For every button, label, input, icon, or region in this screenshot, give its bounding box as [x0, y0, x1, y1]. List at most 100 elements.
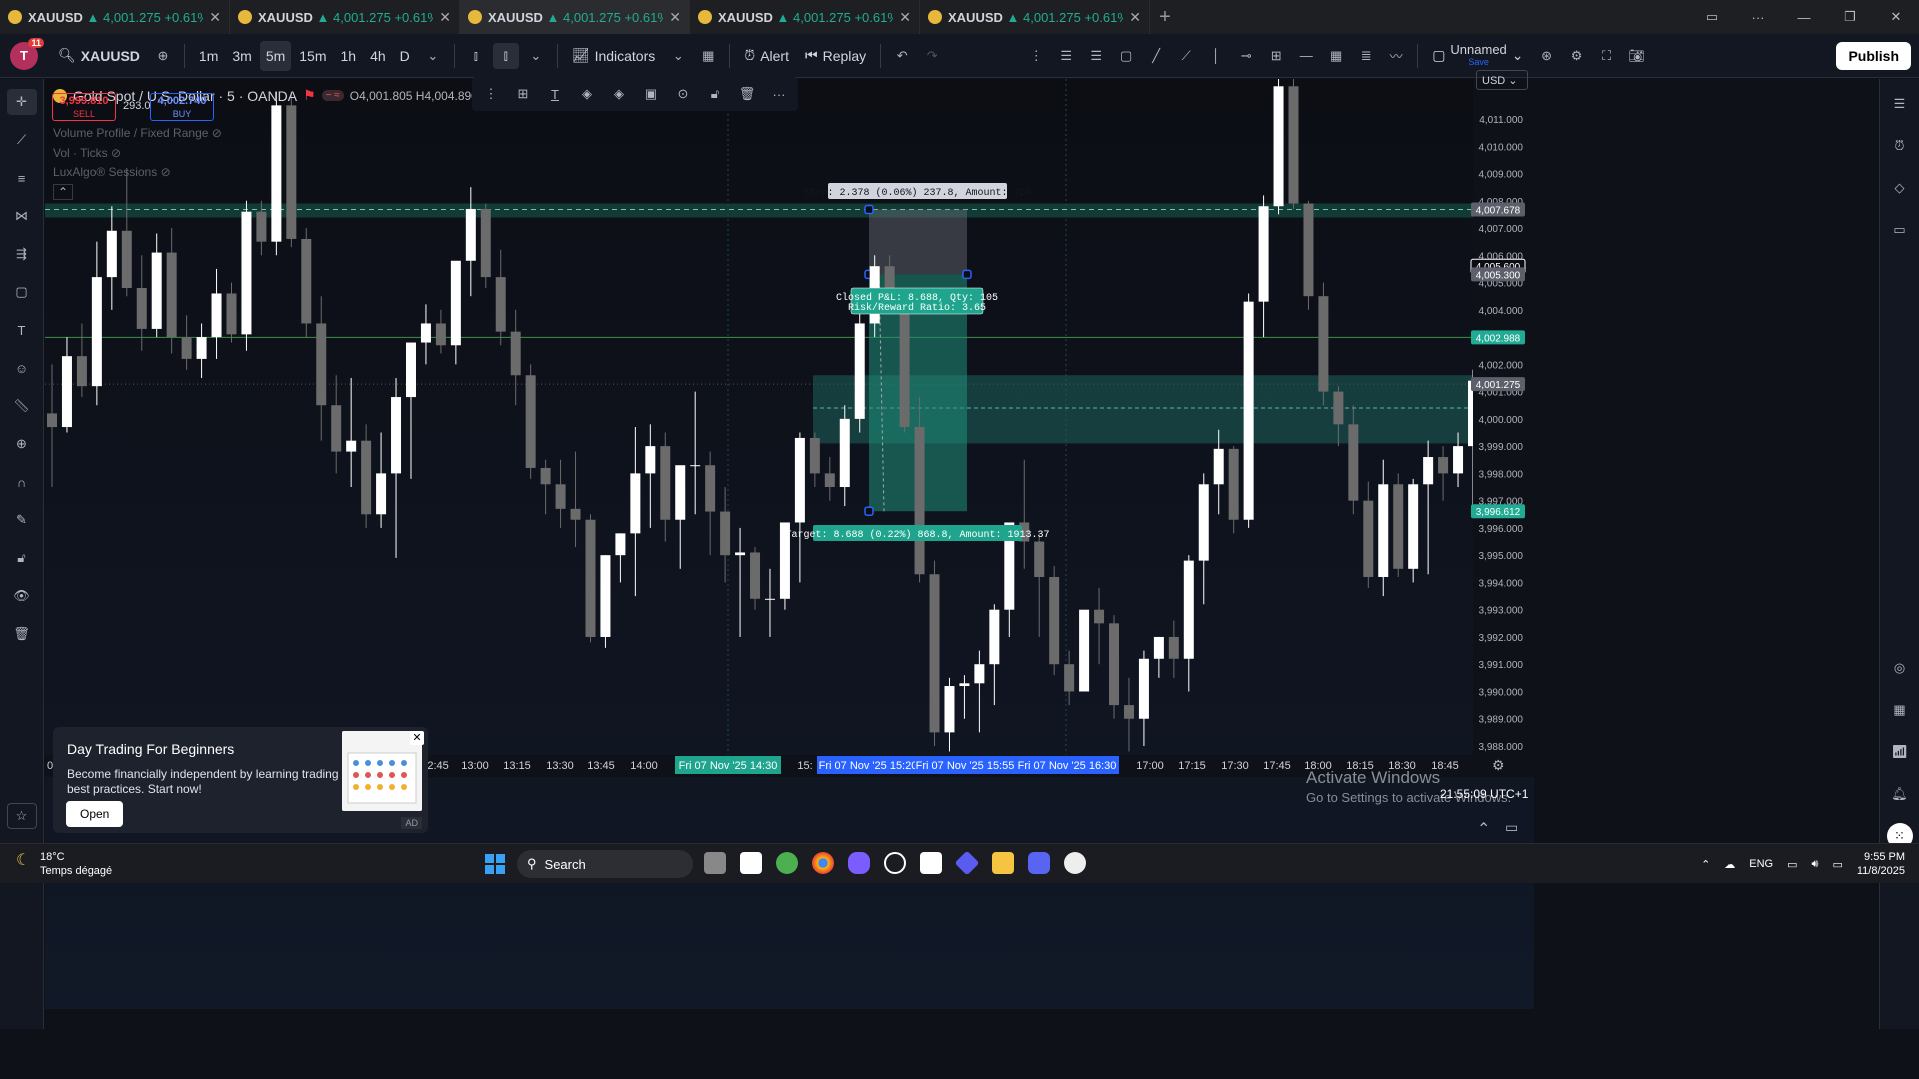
- fib-icon[interactable]: ≣: [1353, 43, 1379, 69]
- lock-icon[interactable]: 🔓︎: [7, 545, 37, 571]
- short-position-icon[interactable]: ☰: [1083, 43, 1109, 69]
- more-icon[interactable]: ···: [768, 83, 790, 105]
- sell-button[interactable]: 3,999.810 SELL: [52, 93, 116, 121]
- chrome-icon[interactable]: [812, 852, 834, 874]
- horizontal-line-icon[interactable]: —: [1293, 43, 1319, 69]
- replay-button[interactable]: ⏮ Replay: [799, 41, 872, 71]
- text-color-icon[interactable]: T: [544, 83, 566, 105]
- interval-15m[interactable]: 15m: [293, 41, 332, 71]
- cloud-icon[interactable]: ☁: [1724, 858, 1735, 871]
- bell-icon[interactable]: 🔔︎: [1887, 781, 1913, 807]
- browser-tab[interactable]: XAUUSD ▲ 4,001.275 +0.61% ✕: [460, 0, 690, 34]
- discord-icon[interactable]: [1028, 852, 1050, 874]
- zoom-in-icon[interactable]: ⊕: [7, 431, 37, 457]
- close-icon[interactable]: ✕: [1129, 9, 1141, 26]
- chevron-down-icon[interactable]: ⌄: [420, 43, 446, 69]
- broadcast-icon[interactable]: 📶︎: [1887, 739, 1913, 765]
- templates-icon[interactable]: ▦: [695, 43, 721, 69]
- line-color-icon[interactable]: ◈: [608, 83, 630, 105]
- hidden-eye-icon[interactable]: ⊘: [111, 146, 121, 160]
- utc-clock[interactable]: 21:55:09 UTC+1: [1440, 787, 1528, 801]
- eye-icon[interactable]: 👁︎: [7, 583, 37, 609]
- browser-tab[interactable]: XAUUSD ▲ 4,001.275 +0.61% ✕: [920, 0, 1150, 34]
- volume-icon[interactable]: 🔊︎: [1812, 858, 1819, 871]
- indicators-button[interactable]: 📈︎ Indicators: [566, 41, 661, 71]
- windows-start-icon[interactable]: [485, 854, 505, 874]
- battery-icon[interactable]: ▭: [1832, 858, 1842, 871]
- crosshair-box-icon[interactable]: ⊞: [1263, 43, 1289, 69]
- draw-mode-icon[interactable]: ✎: [7, 507, 37, 533]
- pattern-icon[interactable]: ⋈: [7, 203, 37, 229]
- close-icon[interactable]: ✕: [439, 9, 451, 26]
- display-icon[interactable]: ▭: [1787, 858, 1797, 871]
- screen-icon[interactable]: ▭: [1689, 9, 1735, 25]
- emoji-icon[interactable]: ☺: [7, 355, 37, 381]
- settings-icon[interactable]: ⚙︎: [1564, 43, 1590, 69]
- interval-D[interactable]: D: [394, 41, 416, 71]
- collapse-legend-button[interactable]: ⌃: [53, 184, 73, 200]
- chevron-up-icon[interactable]: ⌃: [1701, 858, 1710, 871]
- interval-3m[interactable]: 3m: [226, 41, 257, 71]
- app-icon[interactable]: [776, 852, 798, 874]
- redo-icon[interactable]: ↷: [919, 43, 945, 69]
- hidden-eye-icon[interactable]: ⊘: [161, 165, 171, 179]
- layout-button[interactable]: ▢ Unnamed Save ⌄: [1426, 41, 1529, 71]
- language-indicator[interactable]: ENG: [1749, 858, 1773, 870]
- ad-close-button[interactable]: ✕: [410, 731, 424, 745]
- trash-icon[interactable]: 🗑︎: [736, 83, 758, 105]
- notion-icon[interactable]: [920, 852, 942, 874]
- chat-icon[interactable]: ▭: [1887, 217, 1913, 243]
- taskbar-search[interactable]: ⚲ Search: [517, 850, 693, 878]
- templates-icon[interactable]: ⊞: [512, 83, 534, 105]
- crosshair-icon[interactable]: ✛: [6, 89, 37, 115]
- fib-retracement-icon[interactable]: ≡: [7, 165, 37, 191]
- target-icon[interactable]: ◎: [1887, 655, 1913, 681]
- more-icon[interactable]: ···: [1735, 10, 1781, 25]
- calendar-icon[interactable]: ▦: [1887, 697, 1913, 723]
- restore-button[interactable]: ❐: [1827, 9, 1873, 25]
- text-icon[interactable]: T: [7, 317, 37, 343]
- buy-button[interactable]: 4,002.740 BUY: [150, 93, 214, 121]
- alert-button[interactable]: ⏰︎ Alert: [738, 41, 795, 71]
- horizontal-ray-icon[interactable]: ⊸: [1233, 43, 1259, 69]
- collapse-panel-icon[interactable]: ⌃: [1477, 819, 1490, 839]
- fill-color-icon[interactable]: ◈: [576, 83, 598, 105]
- lock-icon[interactable]: 🔓︎: [704, 83, 726, 105]
- quick-search-icon[interactable]: ⊛: [1534, 43, 1560, 69]
- chatgpt-icon[interactable]: [884, 852, 906, 874]
- prediction-icon[interactable]: ⇶: [7, 241, 37, 267]
- indicator-luxalgo-sessions[interactable]: LuxAlgo® Sessions ⊘: [53, 165, 171, 179]
- tradingview-icon[interactable]: [740, 852, 762, 874]
- chevron-down-icon[interactable]: ⌄: [665, 43, 691, 69]
- interval-1h[interactable]: 1h: [335, 41, 363, 71]
- crystal-icon[interactable]: [848, 852, 870, 874]
- axis-settings-icon[interactable]: ⚙︎: [1492, 757, 1505, 774]
- linear-icon[interactable]: [954, 850, 980, 876]
- star-icon[interactable]: ☆: [6, 803, 37, 829]
- drag-handle-icon[interactable]: ⋮: [480, 83, 502, 105]
- browser-tab[interactable]: XAUUSD ▲ 4,001.275 +0.61% ✕: [0, 0, 230, 34]
- trendline-icon[interactable]: ⟋: [7, 127, 37, 153]
- candle-style-icon[interactable]: ⫾: [492, 42, 519, 69]
- undo-icon[interactable]: ↶: [889, 43, 915, 69]
- bar-style-icon[interactable]: ⫾: [463, 43, 489, 69]
- interval-1m[interactable]: 1m: [193, 41, 224, 71]
- indicator-volume-profile[interactable]: Volume Profile / Fixed Range ⊘: [53, 126, 222, 140]
- time-axis[interactable]: [45, 1009, 1534, 1029]
- interval-5m[interactable]: 5m: [259, 40, 292, 71]
- ad-open-button[interactable]: Open: [66, 801, 124, 827]
- interval-4h[interactable]: 4h: [364, 41, 392, 71]
- app-icon[interactable]: [1064, 852, 1086, 874]
- watchlist-icon[interactable]: ☰: [1887, 91, 1913, 117]
- file-explorer-icon[interactable]: [992, 852, 1014, 874]
- browser-tab[interactable]: XAUUSD ▲ 4,001.275 +0.61% ✕: [230, 0, 460, 34]
- indicator-vol-ticks[interactable]: Vol · Ticks ⊘: [53, 146, 121, 160]
- maximize-panel-icon[interactable]: ▭: [1505, 819, 1518, 836]
- task-view-icon[interactable]: [704, 852, 726, 874]
- vertical-line-icon[interactable]: │: [1203, 43, 1229, 69]
- close-icon[interactable]: ✕: [209, 9, 221, 26]
- camera-icon[interactable]: 📷︎: [1624, 43, 1650, 69]
- layers-icon[interactable]: ◇: [1887, 175, 1913, 201]
- rectangle-icon[interactable]: ▢: [1113, 43, 1139, 69]
- grid-icon[interactable]: ▦: [1323, 43, 1349, 69]
